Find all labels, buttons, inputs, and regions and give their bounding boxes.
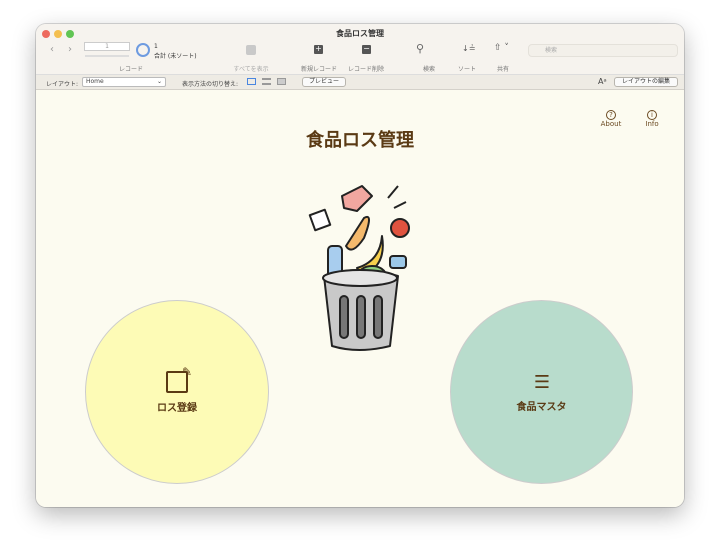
info-label: Info xyxy=(645,120,659,128)
prev-record-icon[interactable]: ‹ xyxy=(50,44,54,55)
record-progress-icon xyxy=(136,43,150,57)
loss-register-label: ロス登録 xyxy=(157,402,197,414)
total-count: 合計 (未ソート) xyxy=(154,53,197,60)
share-button[interactable]: 共有 xyxy=(488,64,518,73)
preview-button[interactable]: プレビュー xyxy=(302,77,346,87)
edit-icon: ✎ xyxy=(166,365,192,393)
loss-register-button[interactable]: ✎ ロス登録 xyxy=(85,300,269,484)
table-view-icon[interactable] xyxy=(277,78,286,85)
food-master-button[interactable]: ☰ 食品マスタ xyxy=(450,300,633,484)
next-record-icon[interactable]: › xyxy=(68,44,72,55)
info-icon: i xyxy=(647,110,657,120)
about-label: About xyxy=(600,120,622,128)
delete-record-icon[interactable]: − xyxy=(362,45,371,54)
window-title: 食品ロス管理 xyxy=(336,29,384,38)
record-number-input[interactable]: 1 xyxy=(84,42,130,51)
list-icon: ☰ xyxy=(533,371,550,393)
home-layout: 食品ロス管理 ? About i Info ✎ ロス登録 ☰ 食品マスタ xyxy=(36,90,684,507)
chevron-down-icon: ⌄ xyxy=(156,78,162,85)
sort-button[interactable]: ソート xyxy=(452,64,482,73)
new-record-button[interactable]: 新規レコード xyxy=(294,64,344,73)
layout-select[interactable]: Home ⌄ xyxy=(82,77,166,87)
page-title: 食品ロス管理 xyxy=(306,130,414,151)
view-switch-label: 表示方法の切り替え: xyxy=(182,81,239,88)
show-all-button[interactable]: すべてを表示 xyxy=(226,64,276,73)
about-button[interactable]: ? About xyxy=(596,110,626,128)
app-window: 食品ロス管理 ‹ › 1 1 合計 (未ソート) レコード すべてを表示 + 新… xyxy=(36,24,684,507)
found-count: 1 xyxy=(154,43,158,50)
food-master-label: 食品マスタ xyxy=(516,401,567,413)
font-size-icon[interactable]: Aᵃ xyxy=(598,77,607,86)
layout-select-value: Home xyxy=(86,78,104,85)
record-label: レコード xyxy=(118,66,143,73)
edit-layout-button[interactable]: レイアウトの編集 xyxy=(614,77,678,87)
search-icon[interactable]: ⚲ xyxy=(416,42,424,55)
search-button[interactable]: 検索 xyxy=(414,64,444,73)
share-icon[interactable]: ⇧ ˅ xyxy=(494,43,509,53)
food-waste-illustration xyxy=(308,185,410,351)
list-view-icon[interactable] xyxy=(262,78,271,85)
sort-icon[interactable]: ↓≟ xyxy=(462,44,475,53)
question-icon: ? xyxy=(606,110,616,120)
form-view-icon[interactable] xyxy=(247,78,256,85)
show-all-icon[interactable] xyxy=(246,45,256,55)
record-slider[interactable] xyxy=(85,55,129,57)
quick-search-input[interactable]: 検索 xyxy=(528,44,678,57)
delete-record-button[interactable]: レコード削除 xyxy=(341,64,391,73)
new-record-icon[interactable]: + xyxy=(314,45,323,54)
layout-bar: レイアウト: Home ⌄ 表示方法の切り替え: プレビュー Aᵃ レイアウトの編… xyxy=(36,74,684,90)
layout-label: レイアウト: xyxy=(46,81,79,88)
info-button[interactable]: i Info xyxy=(637,110,667,128)
